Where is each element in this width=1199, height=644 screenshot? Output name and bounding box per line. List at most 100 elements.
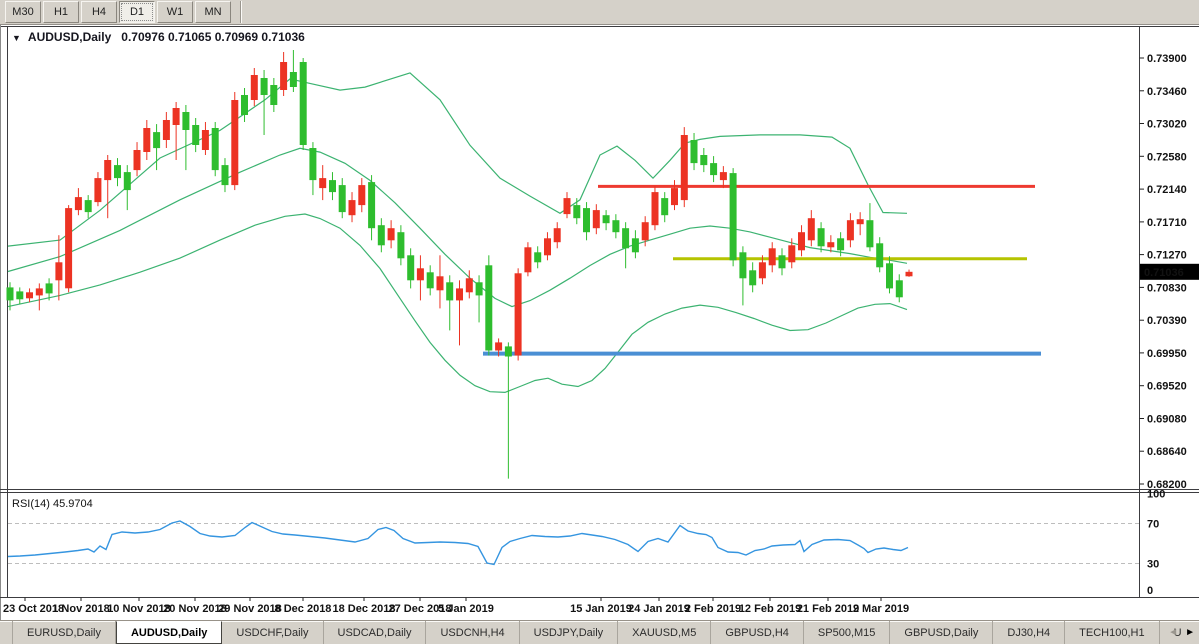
tab-usdjpy-daily[interactable]: USDJPY,Daily [520, 621, 619, 644]
candle-body [720, 172, 727, 180]
candle-body [349, 200, 356, 215]
candle-body [36, 288, 43, 295]
candle [515, 268, 522, 360]
chart-ohlc-values: 0.70976 0.71065 0.70969 0.71036 [121, 30, 305, 44]
chart-area[interactable]: ▼ AUDUSD,Daily 0.70976 0.71065 0.70969 0.7… [0, 25, 1199, 620]
candle-body [300, 62, 307, 145]
chart-symbol-label: AUDUSD,Daily [28, 30, 111, 44]
trading-terminal-window: M30H1H4D1W1MN ▼ AUDUSD,Daily 0.70976 0.710… [0, 0, 1199, 644]
candle-body [886, 263, 893, 288]
tab-scroll-arrows: ◄ ► [1168, 621, 1195, 644]
candle-body [837, 238, 844, 250]
tab-usdchf-daily[interactable]: USDCHF,Daily [222, 621, 323, 644]
candle-body [192, 125, 199, 145]
timeframe-button-h4[interactable]: H4 [81, 1, 117, 23]
date-axis-label: 29 Nov 2018 [218, 603, 282, 615]
candle-body [456, 288, 463, 300]
candle-body [427, 272, 434, 288]
candle-body [212, 128, 219, 170]
candle-body [808, 218, 815, 240]
timeframe-button-w1[interactable]: W1 [157, 1, 193, 23]
candle-body [524, 247, 531, 272]
candle [730, 168, 737, 266]
candle-body [603, 215, 610, 223]
timeframe-button-mn[interactable]: MN [195, 1, 231, 23]
candle [681, 127, 688, 207]
candle-body [153, 132, 160, 148]
rsi-axis-label: 70 [1147, 519, 1159, 531]
tab-sp500-m15[interactable]: SP500,M15 [804, 621, 890, 644]
candle-body [857, 219, 864, 224]
chart-tab-bar: EURUSD,DailyAUDUSD,DailyUSDCHF,DailyUSDC… [0, 620, 1199, 644]
candle-body [515, 273, 522, 355]
candle-body [94, 178, 101, 202]
timeframe-button-d1[interactable]: D1 [119, 1, 155, 23]
candle-body [544, 238, 551, 255]
candle-body [466, 278, 473, 292]
date-axis-label: 1 Nov 2018 [52, 603, 109, 615]
symbol-dropdown-icon[interactable]: ▼ [12, 33, 21, 43]
price-axis-label: 0.72580 [1147, 151, 1187, 163]
rsi-axis-label: 0 [1147, 585, 1153, 597]
candle-body [749, 270, 756, 285]
price-axis-label: 0.68640 [1147, 446, 1187, 458]
candle-body [476, 282, 483, 295]
date-axis-label: 10 Nov 2018 [107, 603, 171, 615]
candle-body [573, 205, 580, 218]
candle-body [446, 282, 453, 300]
tab-gbpusd-h4[interactable]: GBPUSD,H4 [711, 621, 804, 644]
price-axis-label: 0.71710 [1147, 217, 1187, 229]
candle-body [652, 192, 659, 225]
candle-body [739, 252, 746, 278]
candle-body [906, 272, 913, 277]
candle-body [280, 62, 287, 90]
candle-body [798, 232, 805, 250]
rsi-axis-label: 100 [1147, 489, 1165, 501]
candle-body [368, 182, 375, 228]
tab-eurusd-daily[interactable]: EURUSD,Daily [12, 621, 116, 644]
date-axis-label: 15 Jan 2019 [570, 603, 632, 615]
candle-body [779, 255, 786, 268]
timeframe-button-h1[interactable]: H1 [43, 1, 79, 23]
candle-body [632, 238, 639, 252]
candle-body [65, 208, 72, 288]
tab-usdcnh-h4[interactable]: USDCNH,H4 [426, 621, 519, 644]
candle-body [583, 208, 590, 232]
candle [212, 122, 219, 176]
timeframe-button-m30[interactable]: M30 [5, 1, 41, 23]
candle-body [788, 245, 795, 262]
candle-body [485, 265, 492, 350]
candle [524, 242, 531, 276]
date-axis-label: 2 Mar 2019 [853, 603, 909, 615]
tab-dj30-h4[interactable]: DJ30,H4 [993, 621, 1065, 644]
candle-body [163, 120, 170, 140]
candle-body [818, 228, 825, 246]
tab-audusd-daily[interactable]: AUDUSD,Daily [116, 621, 222, 644]
candlestick-chart-canvas[interactable]: 0.739000.734600.730200.725800.721400.717… [0, 25, 1199, 620]
candle [652, 186, 659, 230]
tab-tech100-h1[interactable]: TECH100,H1 [1065, 621, 1159, 644]
candle-body [769, 248, 776, 265]
scroll-left-icon[interactable]: ◄ [1168, 628, 1178, 638]
current-price-value: 0.71036 [1144, 267, 1184, 279]
candle-body [388, 228, 395, 240]
price-axis-label: 0.73460 [1147, 86, 1187, 98]
scroll-right-icon[interactable]: ► [1185, 628, 1195, 638]
candle-body [681, 135, 688, 200]
candle-body [612, 220, 619, 232]
candle-body [124, 172, 131, 190]
candle-body [827, 242, 834, 247]
candle-body [642, 222, 649, 240]
candle-body [534, 252, 541, 262]
candle-body [339, 185, 346, 212]
candle-body [222, 165, 229, 185]
candle [231, 92, 238, 190]
candle-body [134, 150, 141, 170]
tab-gbpusd-daily[interactable]: GBPUSD,Daily [890, 621, 993, 644]
candle [485, 255, 492, 355]
candle [65, 205, 72, 292]
tab-xauusd-m5[interactable]: XAUUSD,M5 [618, 621, 711, 644]
tab-usdcad-daily[interactable]: USDCAD,Daily [324, 621, 427, 644]
rsi-axis-label: 30 [1147, 559, 1159, 571]
candle-body [847, 220, 854, 240]
